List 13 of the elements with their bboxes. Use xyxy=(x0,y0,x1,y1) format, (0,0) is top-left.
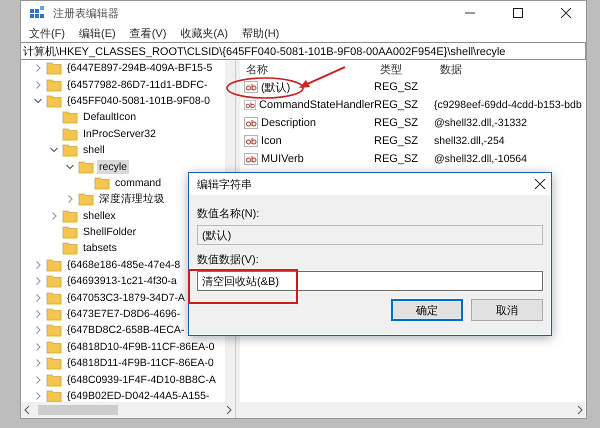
value-type: REG_SZ xyxy=(374,135,420,147)
value-data: @shell32.dll,-31332 xyxy=(434,117,528,129)
value-type: REG_SZ xyxy=(374,153,420,165)
window-title: 注册表编辑器 xyxy=(53,6,120,20)
value-type: REG_SZ xyxy=(374,117,420,129)
dialog-title: 编辑字符串 xyxy=(197,178,252,192)
value-type: REG_SZ xyxy=(374,81,420,93)
value-type: REG_SZ xyxy=(374,99,420,111)
value-data: {c9298eef-69dd-4cdd-b153-bdb xyxy=(434,99,583,111)
field-label: 数值数据(V): xyxy=(197,253,260,267)
value-data: @shell32.dll,-10564 xyxy=(434,153,528,165)
value-data: shell32.dll,-254 xyxy=(434,135,506,147)
field-label: 数值名称(N): xyxy=(197,207,260,221)
